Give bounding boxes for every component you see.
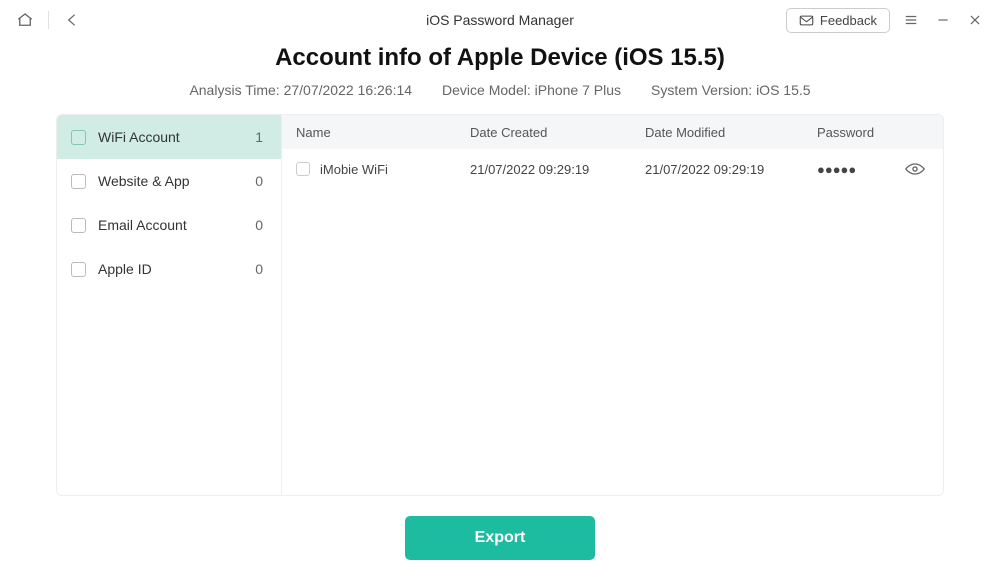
page-title: Account info of Apple Device (iOS 15.5) xyxy=(0,44,1000,72)
feedback-label: Feedback xyxy=(820,13,877,28)
row-checkbox[interactable] xyxy=(296,162,310,176)
table-row[interactable]: iMobie WiFi 21/07/2022 09:29:19 21/07/20… xyxy=(282,149,943,189)
export-button[interactable]: Export xyxy=(405,516,596,560)
main-content: WiFi Account 1 Website & App 0 Email Acc… xyxy=(56,114,944,496)
feedback-button[interactable]: Feedback xyxy=(786,8,890,33)
app-title: iOS Password Manager xyxy=(426,12,574,28)
cell-password: ●●●●● xyxy=(817,162,895,177)
menu-icon[interactable] xyxy=(900,9,922,31)
col-header-created: Date Created xyxy=(470,125,645,140)
close-icon[interactable] xyxy=(964,9,986,31)
eye-icon xyxy=(905,162,925,176)
page-subtitle: Analysis Time: 27/07/2022 16:26:14 Devic… xyxy=(0,82,1000,98)
sidebar-checkbox[interactable] xyxy=(71,130,86,145)
table-header: Name Date Created Date Modified Password xyxy=(282,115,943,149)
system-version: System Version: iOS 15.5 xyxy=(651,82,811,98)
export-bar: Export xyxy=(0,516,1000,560)
table-area: Name Date Created Date Modified Password… xyxy=(282,115,943,495)
col-header-name: Name xyxy=(290,125,470,140)
sidebar-item-apple-id[interactable]: Apple ID 0 xyxy=(57,247,281,291)
titlebar: iOS Password Manager Feedback xyxy=(0,0,1000,40)
minimize-icon[interactable] xyxy=(932,9,954,31)
sidebar-checkbox[interactable] xyxy=(71,262,86,277)
sidebar-item-count: 0 xyxy=(255,217,263,233)
home-icon[interactable] xyxy=(14,9,36,31)
sidebar-item-wifi-account[interactable]: WiFi Account 1 xyxy=(57,115,281,159)
analysis-time: Analysis Time: 27/07/2022 16:26:14 xyxy=(189,82,412,98)
back-icon[interactable] xyxy=(61,9,83,31)
row-name-text: iMobie WiFi xyxy=(320,162,388,177)
sidebar-item-count: 0 xyxy=(255,173,263,189)
sidebar-checkbox[interactable] xyxy=(71,218,86,233)
col-header-password: Password xyxy=(817,125,895,140)
cell-created: 21/07/2022 09:29:19 xyxy=(470,162,645,177)
sidebar-item-label: Apple ID xyxy=(98,261,152,277)
sidebar-item-count: 1 xyxy=(255,129,263,145)
device-model: Device Model: iPhone 7 Plus xyxy=(442,82,621,98)
sidebar-item-label: WiFi Account xyxy=(98,129,180,145)
titlebar-separator xyxy=(48,11,49,29)
cell-name: iMobie WiFi xyxy=(290,162,470,177)
titlebar-right: Feedback xyxy=(786,8,986,33)
sidebar-item-website-app[interactable]: Website & App 0 xyxy=(57,159,281,203)
sidebar-item-email-account[interactable]: Email Account 0 xyxy=(57,203,281,247)
sidebar-item-label: Website & App xyxy=(98,173,190,189)
sidebar-item-count: 0 xyxy=(255,261,263,277)
titlebar-left xyxy=(14,9,83,31)
col-header-modified: Date Modified xyxy=(645,125,817,140)
mail-icon xyxy=(799,14,814,27)
sidebar-item-label: Email Account xyxy=(98,217,187,233)
sidebar-checkbox[interactable] xyxy=(71,174,86,189)
sidebar: WiFi Account 1 Website & App 0 Email Acc… xyxy=(57,115,282,495)
cell-modified: 21/07/2022 09:29:19 xyxy=(645,162,817,177)
reveal-password-button[interactable] xyxy=(895,162,935,176)
